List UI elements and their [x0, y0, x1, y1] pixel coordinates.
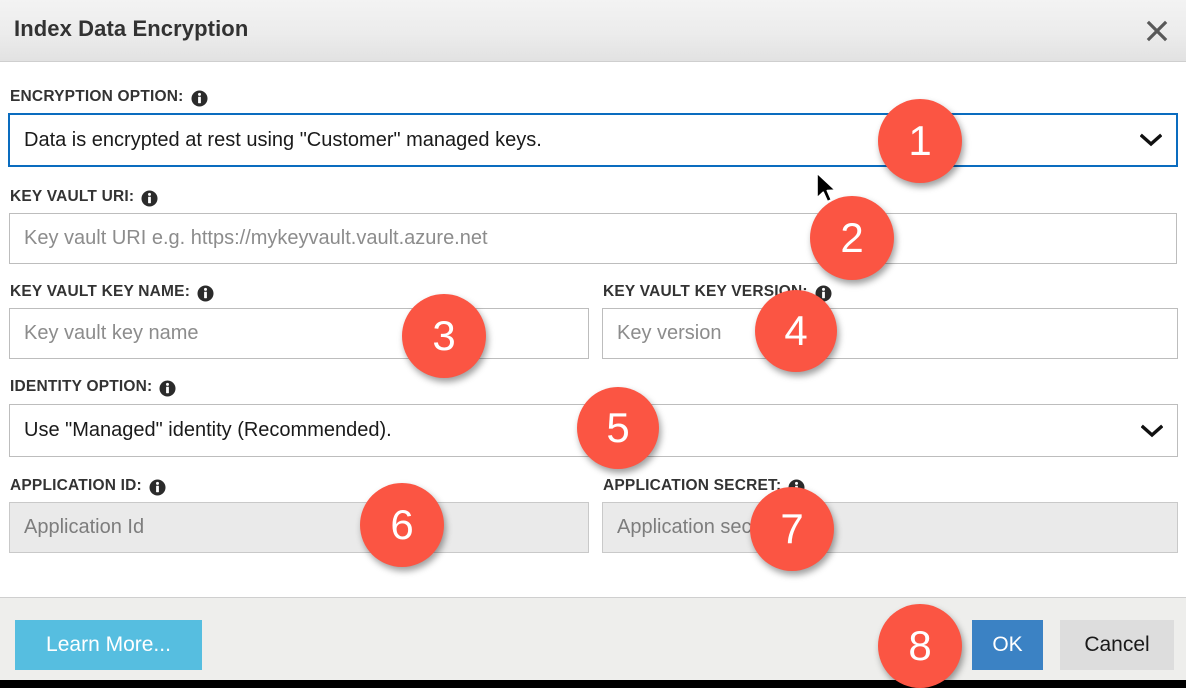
dialog-titlebar: Index Data Encryption	[0, 0, 1186, 62]
annotation-badge-6: 6	[360, 483, 444, 567]
annotation-badge-5: 5	[577, 387, 659, 469]
annotation-badge-2: 2	[810, 196, 894, 280]
annotation-badge-7: 7	[750, 487, 834, 571]
info-icon[interactable]	[149, 479, 166, 496]
annotation-badge-3: 3	[402, 294, 486, 378]
application-id-input[interactable]: Application Id	[9, 502, 589, 553]
application-id-label-text: APPLICATION ID:	[10, 477, 142, 494]
encryption-option-value: Data is encrypted at rest using "Custome…	[24, 128, 542, 151]
index-data-encryption-dialog: Index Data Encryption ENCRYPTION OPTION:…	[0, 0, 1186, 688]
application-id-placeholder: Application Id	[24, 516, 145, 538]
cancel-button[interactable]: Cancel	[1060, 620, 1174, 670]
chevron-down-icon	[1141, 424, 1163, 438]
application-id-label: APPLICATION ID:	[10, 477, 166, 495]
info-icon[interactable]	[141, 190, 158, 207]
encryption-option-label: ENCRYPTION OPTION:	[10, 88, 208, 106]
annotation-badge-4: 4	[755, 290, 837, 372]
info-icon[interactable]	[159, 380, 176, 397]
key-vault-key-version-placeholder: Key version	[617, 322, 722, 344]
info-icon[interactable]	[191, 90, 208, 107]
learn-more-button[interactable]: Learn More...	[15, 620, 202, 670]
key-vault-uri-label: KEY VAULT URI:	[10, 188, 158, 206]
ok-button[interactable]: OK	[972, 620, 1043, 670]
dialog-title: Index Data Encryption	[14, 16, 249, 41]
encryption-option-select[interactable]: Data is encrypted at rest using "Custome…	[8, 113, 1178, 167]
bottom-strip	[0, 680, 1186, 688]
key-vault-key-name-input[interactable]: Key vault key name	[9, 308, 589, 359]
application-secret-input[interactable]: Application secret	[602, 502, 1178, 553]
application-secret-label-text: APPLICATION SECRET:	[603, 477, 782, 494]
key-vault-key-version-input[interactable]: Key version	[602, 308, 1178, 359]
annotation-badge-8: 8	[878, 604, 962, 688]
identity-option-value: Use "Managed" identity (Recommended).	[24, 419, 392, 441]
key-vault-uri-input[interactable]: Key vault URI e.g. https://mykeyvault.va…	[9, 213, 1177, 264]
dialog-footer: Learn More... OK Cancel	[0, 597, 1186, 680]
key-vault-uri-label-text: KEY VAULT URI:	[10, 188, 135, 205]
identity-option-label-text: IDENTITY OPTION:	[10, 378, 153, 395]
key-vault-key-name-placeholder: Key vault key name	[24, 322, 199, 344]
chevron-down-icon	[1140, 133, 1162, 147]
dialog-body: ENCRYPTION OPTION: Data is encrypted at …	[0, 62, 1186, 597]
key-vault-key-name-label-text: KEY VAULT KEY NAME:	[10, 283, 191, 300]
annotation-badge-1: 1	[878, 99, 962, 183]
encryption-option-label-text: ENCRYPTION OPTION:	[10, 88, 184, 105]
identity-option-label: IDENTITY OPTION:	[10, 378, 176, 396]
key-vault-key-name-label: KEY VAULT KEY NAME:	[10, 283, 214, 301]
close-icon[interactable]	[1136, 10, 1178, 52]
key-vault-uri-placeholder: Key vault URI e.g. https://mykeyvault.va…	[24, 227, 488, 249]
info-icon[interactable]	[197, 285, 214, 302]
